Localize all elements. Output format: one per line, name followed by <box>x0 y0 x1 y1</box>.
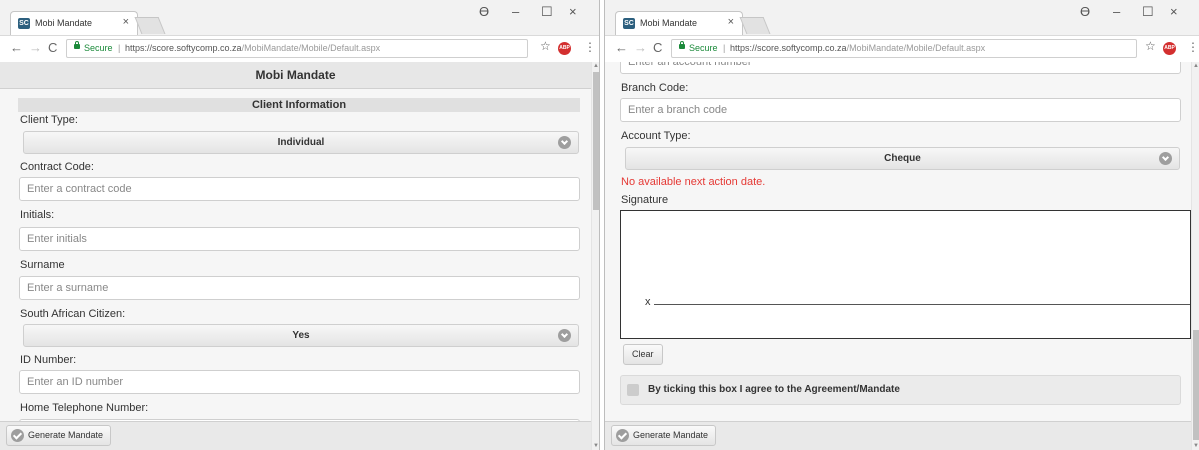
generate-mandate-label: Generate Mandate <box>633 430 709 440</box>
id-number-label: ID Number: <box>20 354 77 366</box>
agreement-row: By ticking this box I agree to the Agree… <box>620 375 1181 405</box>
scrollbar-thumb[interactable] <box>1193 330 1199 440</box>
agree-checkbox[interactable] <box>627 384 639 396</box>
address-separator: | <box>723 43 726 53</box>
account-type-label: Account Type: <box>621 130 691 142</box>
client-type-select[interactable]: Individual <box>23 131 579 154</box>
vertical-scrollbar[interactable]: ▲ ▼ <box>591 62 599 450</box>
clear-signature-button[interactable]: Clear <box>623 344 663 365</box>
close-window-button[interactable]: × <box>569 4 577 19</box>
adblock-extension-icon[interactable]: ABP <box>1163 42 1176 55</box>
surname-label: Surname <box>20 259 65 271</box>
url-text: https://score.softycomp.co.za/MobiMandat… <box>125 43 381 53</box>
browser-window-right: SC Mobi Mandate × ϴ – ☐ × ← → C Secure |… <box>604 0 1199 450</box>
citizen-label: South African Citizen: <box>20 308 126 320</box>
signature-line <box>654 304 1190 305</box>
maximize-button[interactable]: ☐ <box>1142 4 1154 20</box>
reload-icon[interactable]: C <box>48 40 57 55</box>
page-content: Mobi Mandate Client Information Client T… <box>0 62 591 450</box>
tab-title: Mobi Mandate <box>35 18 93 28</box>
account-type-value: Cheque <box>884 153 921 164</box>
client-type-label: Client Type: <box>20 114 78 126</box>
footer-bar: Generate Mandate <box>0 421 591 450</box>
page-header: Mobi Mandate <box>0 62 591 89</box>
vertical-scrollbar[interactable]: ▲ ▼ <box>1191 62 1199 450</box>
check-circle-icon <box>616 429 629 442</box>
url-text: https://score.softycomp.co.za/MobiMandat… <box>730 43 986 53</box>
agree-text: By ticking this box I agree to the Agree… <box>648 384 900 395</box>
favicon-icon: SC <box>18 18 30 29</box>
browser-tab[interactable]: SC Mobi Mandate × <box>10 11 138 35</box>
scroll-down-arrow-icon[interactable]: ▼ <box>1193 443 1199 449</box>
account-type-select[interactable]: Cheque <box>625 147 1180 170</box>
generate-mandate-label: Generate Mandate <box>28 430 104 440</box>
tab-close-icon[interactable]: × <box>123 16 129 28</box>
home-phone-label: Home Telephone Number: <box>20 402 149 414</box>
browser-tab[interactable]: SC Mobi Mandate × <box>615 11 743 35</box>
address-bar[interactable]: Secure | https://score.softycomp.co.za/M… <box>671 39 1137 58</box>
maximize-button[interactable]: ☐ <box>541 4 553 20</box>
initials-label: Initials: <box>20 209 55 221</box>
account-icon[interactable]: ϴ <box>479 4 489 19</box>
citizen-value: Yes <box>292 330 310 341</box>
signature-pad[interactable]: x <box>620 210 1191 339</box>
scroll-down-arrow-icon[interactable]: ▼ <box>593 443 599 449</box>
browser-toolbar: ← → C Secure | https://score.softycomp.c… <box>0 35 599 62</box>
reload-icon[interactable]: C <box>653 40 662 55</box>
minimize-button[interactable]: – <box>1113 4 1120 19</box>
page-content: Enter an account number Branch Code: Ent… <box>605 62 1191 450</box>
error-message: No available next action date. <box>621 176 766 188</box>
browser-window-left: SC Mobi Mandate × ϴ – ☐ × ← → C Secure |… <box>0 0 600 450</box>
minimize-button[interactable]: – <box>512 4 519 19</box>
bookmark-star-icon[interactable]: ☆ <box>540 39 551 53</box>
section-title: Client Information <box>18 98 580 112</box>
favicon-icon: SC <box>623 18 635 29</box>
chevron-down-icon <box>558 329 571 342</box>
signature-x-mark: x <box>645 296 651 308</box>
generate-mandate-button[interactable]: Generate Mandate <box>611 425 717 446</box>
tab-title: Mobi Mandate <box>640 18 698 28</box>
scroll-up-arrow-icon[interactable]: ▲ <box>593 63 599 69</box>
chevron-down-icon <box>1159 152 1172 165</box>
address-bar[interactable]: Secure | https://score.softycomp.co.za/M… <box>66 39 528 58</box>
browser-chrome: SC Mobi Mandate × ϴ – ☐ × ← → C Secure |… <box>0 0 599 62</box>
initials-input[interactable]: Enter initials <box>19 227 580 251</box>
close-window-button[interactable]: × <box>1170 4 1178 19</box>
citizen-select[interactable]: Yes <box>23 324 579 347</box>
secure-label: Secure <box>689 43 718 53</box>
menu-icon[interactable]: ⋮ <box>584 40 596 54</box>
scrollbar-thumb[interactable] <box>593 72 599 210</box>
adblock-extension-icon[interactable]: ABP <box>558 42 571 55</box>
forward-icon[interactable]: → <box>29 40 42 55</box>
check-circle-icon <box>11 429 24 442</box>
account-number-input[interactable]: Enter an account number <box>620 62 1181 74</box>
lock-icon <box>74 41 80 49</box>
footer-bar: Generate Mandate <box>605 421 1191 450</box>
account-icon[interactable]: ϴ <box>1080 4 1090 19</box>
generate-mandate-button[interactable]: Generate Mandate <box>6 425 112 446</box>
chevron-down-icon <box>558 136 571 149</box>
contract-code-label: Contract Code: <box>20 161 94 173</box>
id-number-input[interactable]: Enter an ID number <box>19 370 580 394</box>
scroll-up-arrow-icon[interactable]: ▲ <box>1193 63 1199 69</box>
client-type-value: Individual <box>277 137 325 148</box>
branch-code-input[interactable]: Enter a branch code <box>620 98 1181 122</box>
menu-icon[interactable]: ⋮ <box>1187 40 1199 54</box>
back-icon[interactable]: ← <box>615 40 628 55</box>
signature-label: Signature <box>621 194 669 206</box>
new-tab-button[interactable] <box>739 17 771 34</box>
new-tab-button[interactable] <box>134 17 166 34</box>
address-separator: | <box>118 43 121 53</box>
browser-chrome: SC Mobi Mandate × ϴ – ☐ × ← → C Secure |… <box>605 0 1199 62</box>
branch-code-label: Branch Code: <box>621 82 689 94</box>
forward-icon[interactable]: → <box>634 40 647 55</box>
contract-code-input[interactable]: Enter a contract code <box>19 177 580 201</box>
back-icon[interactable]: ← <box>10 40 23 55</box>
browser-toolbar: ← → C Secure | https://score.softycomp.c… <box>605 35 1199 62</box>
lock-icon <box>679 41 685 49</box>
surname-input[interactable]: Enter a surname <box>19 276 580 300</box>
tab-close-icon[interactable]: × <box>728 16 734 28</box>
secure-label: Secure <box>84 43 113 53</box>
bookmark-star-icon[interactable]: ☆ <box>1145 39 1156 53</box>
